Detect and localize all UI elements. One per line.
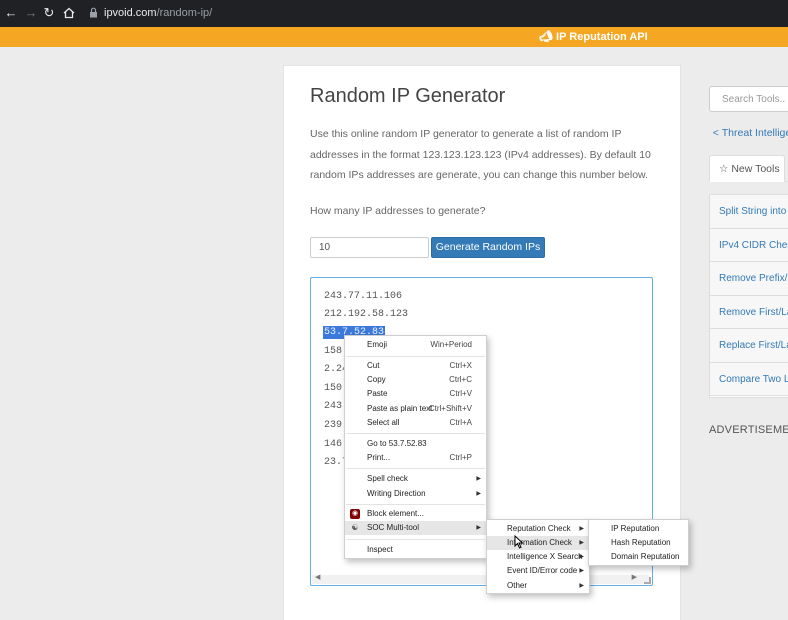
scroll-left-icon[interactable]: ◀: [315, 573, 320, 581]
tool-list: Split String into S IPv4 CIDR Check Remo…: [709, 194, 788, 398]
menu-item-event-id[interactable]: Event ID/Error code ▶: [487, 564, 589, 578]
submenu-arrow-icon: ▶: [579, 554, 584, 560]
reload-icon[interactable]: ↻: [41, 5, 57, 21]
submenu-arrow-icon: ▶: [476, 525, 481, 531]
url-domain: ipvoid.com: [104, 7, 157, 19]
submenu-arrow-icon: ▶: [579, 568, 584, 574]
menu-separator: [346, 539, 485, 540]
tool-link[interactable]: Remove Prefix/S: [710, 262, 788, 296]
scroll-right-icon[interactable]: ▶: [632, 573, 637, 581]
star-icon: ☆: [719, 163, 729, 175]
menu-item-spell-check[interactable]: Spell check ▶: [345, 472, 486, 486]
browser-toolbar: ← → ↻ ipvoid.com/random-ip/: [0, 0, 788, 27]
advertisement-label: ADVERTISEMEN: [709, 424, 788, 436]
address-bar[interactable]: ipvoid.com/random-ip/: [104, 7, 212, 19]
submenu-arrow-icon: ▶: [476, 476, 481, 482]
threat-link-label: Threat Intelligen: [721, 127, 788, 139]
lock-icon: [89, 7, 99, 19]
ip-count-input[interactable]: [310, 237, 429, 258]
menu-item-emoji[interactable]: Emoji Win+Period: [345, 338, 486, 352]
generate-random-ips-button[interactable]: Generate Random IPs: [431, 237, 545, 258]
ublock-shield-icon: ◉: [350, 509, 360, 519]
menu-item-other[interactable]: Other ▶: [487, 579, 589, 593]
menu-item-reputation-check[interactable]: Reputation Check ▶: [487, 522, 589, 536]
share-icon-glyph: <: [712, 127, 719, 139]
menu-item-copy[interactable]: Copy Ctrl+C: [345, 373, 486, 387]
menu-item-hash-reputation[interactable]: Hash Reputation: [589, 536, 688, 550]
menu-item-goto[interactable]: Go to 53.7.52.83: [345, 437, 486, 451]
submenu-arrow-icon: ▶: [476, 491, 481, 497]
home-icon[interactable]: [61, 5, 77, 21]
horizontal-scrollbar[interactable]: ◀ ▶: [312, 573, 649, 584]
soc-tool-icon: ☯: [351, 523, 359, 532]
menu-item-inspect[interactable]: Inspect: [345, 543, 486, 557]
reputation-submenu: IP Reputation Hash Reputation Domain Rep…: [588, 519, 689, 566]
threat-intelligence-link[interactable]: ⠀< Threat Intelligen: [709, 127, 788, 139]
url-path: /random-ip/: [156, 7, 213, 19]
count-prompt: How many IP addresses to generate?: [310, 205, 486, 217]
arrow-left-icon[interactable]: ←: [3, 5, 19, 21]
tool-link[interactable]: Split String into S: [710, 195, 788, 229]
ip-reputation-api-link[interactable]: 📣︎ IP Reputation API: [539, 30, 648, 43]
mouse-cursor-icon: [514, 534, 524, 552]
arrow-right-icon[interactable]: →: [23, 5, 39, 21]
context-menu: Emoji Win+Period Cut Ctrl+X Copy Ctrl+C Pas…: [344, 335, 487, 559]
menu-item-paste[interactable]: Paste Ctrl+V: [345, 387, 486, 401]
tab-new-tools-label: New Tools: [731, 163, 780, 175]
menu-item-information-check[interactable]: Information Check ▶: [487, 536, 589, 550]
menu-item-cut[interactable]: Cut Ctrl+X: [345, 359, 486, 373]
menu-separator: [346, 504, 485, 505]
menu-item-print[interactable]: Print... Ctrl+P: [345, 451, 486, 465]
tool-link[interactable]: Remove First/La: [710, 295, 788, 329]
tool-link[interactable]: Compare Two Li: [710, 362, 788, 396]
soc-submenu: Reputation Check ▶ Information Check ▶ Int…: [486, 519, 590, 594]
search-tools-input[interactable]: Search Tools..: [709, 86, 788, 112]
menu-separator: [346, 433, 485, 434]
menu-item-soc-multitool[interactable]: ☯ SOC Multi-tool ▶: [345, 521, 486, 535]
menu-separator: [346, 356, 485, 357]
resize-handle[interactable]: [644, 577, 651, 584]
tool-link[interactable]: IPv4 CIDR Check: [710, 228, 788, 262]
menu-item-paste-plain[interactable]: Paste as plain text Ctrl+Shift+V: [345, 402, 486, 416]
intro-text: Use this online random IP generator to g…: [310, 128, 651, 181]
menu-item-intelligence-x[interactable]: Intelligence X Search ▶: [487, 550, 589, 564]
tool-link[interactable]: Replace First/Las: [710, 329, 788, 363]
banner-link-label: IP Reputation API: [556, 31, 648, 43]
tab-new-tools[interactable]: ☆ New Tools: [709, 155, 785, 182]
menu-item-writing-direction[interactable]: Writing Direction ▶: [345, 487, 486, 501]
menu-item-block-element[interactable]: ◉ Block element...: [345, 507, 486, 521]
menu-item-domain-reputation[interactable]: Domain Reputation: [589, 550, 688, 564]
menu-separator: [346, 468, 485, 469]
ip-line: 212.192.58.123: [324, 309, 409, 320]
menu-item-select-all[interactable]: Select all Ctrl+A: [345, 416, 486, 430]
ip-line: 243.77.11.106: [324, 291, 403, 302]
submenu-arrow-icon: ▶: [579, 526, 584, 532]
submenu-arrow-icon: ▶: [579, 583, 584, 589]
megaphone-icon: 📣︎: [539, 31, 553, 43]
menu-item-ip-reputation[interactable]: IP Reputation: [589, 522, 688, 536]
submenu-arrow-icon: ▶: [579, 540, 584, 546]
top-banner: 📣︎ IP Reputation API: [0, 27, 788, 47]
page-title: Random IP Generator: [310, 85, 506, 107]
